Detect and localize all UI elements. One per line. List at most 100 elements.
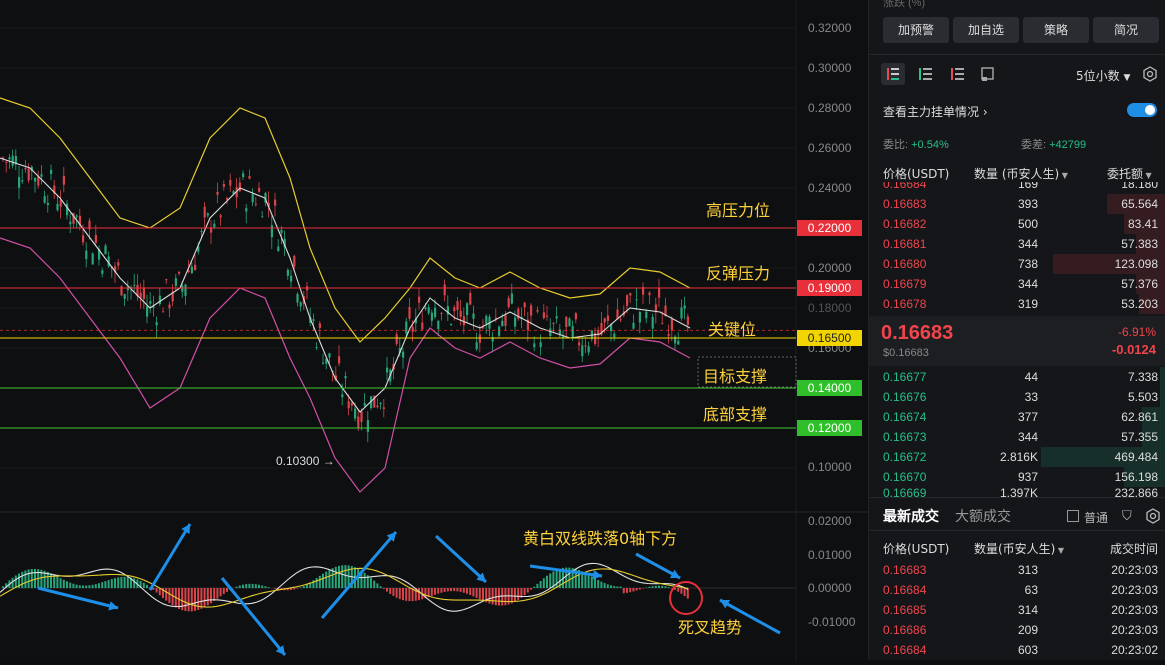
- macd-bar: [476, 588, 478, 598]
- candle-body: [328, 353, 330, 357]
- ask-row[interactable]: 0.1667831953.203: [869, 294, 1165, 314]
- annotation-high-resistance: 高压力位: [706, 197, 770, 221]
- bid-price: 0.16672: [883, 450, 926, 464]
- candle-body: [434, 308, 436, 317]
- macd-bar: [652, 586, 654, 588]
- macd-bar: [392, 588, 394, 596]
- candle-body: [479, 334, 481, 342]
- macd-bar: [469, 588, 471, 595]
- bid-row[interactable]: 0.16670937156.198: [869, 467, 1165, 487]
- candle-body: [287, 270, 289, 276]
- macd-bar: [82, 586, 84, 588]
- ask-total: 123.098: [1115, 257, 1158, 271]
- macd-bar: [338, 566, 340, 588]
- kline-chart[interactable]: 0.32000 0.30000 0.28000 0.26000 0.24000 …: [0, 0, 868, 660]
- add-watchlist-button[interactable]: 加自选: [953, 17, 1019, 43]
- ask-price: 0.16683: [883, 197, 926, 211]
- macd-bar: [56, 577, 58, 588]
- bid-row[interactable]: 0.16676335.503: [869, 387, 1165, 407]
- macd-bar: [504, 588, 506, 605]
- trades-settings-icon[interactable]: [1145, 508, 1161, 529]
- candle-body: [149, 301, 151, 304]
- price-axis-label: 0.30000: [808, 61, 851, 75]
- candle-body: [578, 342, 580, 345]
- candle-body: [440, 313, 442, 314]
- view-both-icon[interactable]: [881, 63, 905, 85]
- candle-body: [533, 343, 535, 347]
- candle-body: [495, 318, 497, 319]
- macd-bar: [226, 588, 228, 592]
- depth-toggle[interactable]: [1127, 103, 1157, 117]
- tab-latest-trades[interactable]: 最新成交: [883, 506, 939, 526]
- ask-row[interactable]: 0.1667934457.376: [869, 274, 1165, 294]
- macd-bar: [402, 588, 404, 600]
- candle-body: [572, 326, 574, 337]
- candle-body: [5, 162, 7, 163]
- level-tag-165: 0.16500: [797, 330, 862, 346]
- macd-bar: [72, 584, 74, 588]
- trade-qty-header[interactable]: 数量(币安人生) ▼: [974, 540, 1064, 557]
- view-asks-icon[interactable]: [947, 63, 969, 85]
- add-alert-button[interactable]: 加预警: [883, 17, 949, 43]
- candle-body: [60, 200, 62, 206]
- col-total-header[interactable]: 委托额 ▼: [1107, 165, 1152, 182]
- macd-bar: [386, 588, 388, 592]
- bid-row[interactable]: 0.166722.816K469.484: [869, 447, 1165, 467]
- macd-bar: [460, 588, 462, 592]
- ask-row[interactable]: 0.16680738123.098: [869, 254, 1165, 274]
- tab-large-trades[interactable]: 大额成交: [955, 506, 1011, 526]
- view-bids-icon[interactable]: [915, 63, 937, 85]
- macd-bar: [261, 585, 263, 588]
- macd-bar: [95, 584, 97, 588]
- order-diff: 委差: +42799: [1021, 136, 1086, 152]
- bid-total: 469.484: [1115, 450, 1158, 464]
- trade-time: 20:23:03: [1111, 623, 1158, 637]
- candle-body: [194, 265, 196, 270]
- col-qty-header[interactable]: 数量 (币安人生) ▼: [974, 165, 1068, 182]
- candle-body: [543, 312, 545, 318]
- trade-row: 0.1668531420:23:03: [869, 600, 1165, 620]
- candle-body: [312, 319, 314, 321]
- strategy-button[interactable]: 策略: [1023, 17, 1089, 43]
- macd-bar: [79, 585, 81, 588]
- ask-row[interactable]: 0.1668339365.564: [869, 194, 1165, 214]
- candle-body: [143, 287, 145, 299]
- macd-bar: [60, 578, 62, 588]
- ask-row[interactable]: 0.1668250083.41: [869, 214, 1165, 234]
- candle-body: [511, 294, 513, 304]
- macd-bar: [479, 588, 481, 599]
- price-axis-label: 0.18000: [808, 301, 851, 315]
- candle-body: [168, 305, 170, 309]
- candle-body: [85, 251, 87, 259]
- macd-bar: [127, 577, 129, 588]
- macd-bar: [133, 578, 135, 588]
- trade-price: 0.16685: [883, 603, 926, 617]
- col-price-header: 价格(USDT): [883, 165, 949, 182]
- caret-down-icon: ▼: [1143, 171, 1152, 180]
- candle-body: [639, 312, 641, 322]
- macd-bar: [296, 588, 298, 589]
- ask-qty: 500: [1018, 217, 1038, 231]
- normal-checkbox[interactable]: [1067, 510, 1079, 522]
- macd-bar: [181, 588, 183, 610]
- settings-icon[interactable]: [1142, 66, 1158, 87]
- bids-partial-row: 0.16669 1.397K 232.866: [869, 487, 1165, 497]
- ask-row[interactable]: 0.1668134457.383: [869, 234, 1165, 254]
- view-compact-icon[interactable]: [977, 63, 999, 85]
- macd-bar: [447, 588, 449, 591]
- macd-bar: [69, 583, 71, 588]
- decimals-select[interactable]: 5位小数 ▼: [1076, 67, 1130, 84]
- bid-row[interactable]: 0.1667334457.355: [869, 427, 1165, 447]
- price-axis-label: 0.20000: [808, 261, 851, 275]
- macd-bar: [120, 577, 122, 588]
- filter-icon[interactable]: ⛉: [1122, 508, 1132, 524]
- trend-arrow: [150, 524, 190, 590]
- candle-body: [82, 235, 84, 242]
- trade-price: 0.16683: [883, 563, 926, 577]
- bid-row[interactable]: 0.16677447.338: [869, 367, 1165, 387]
- candle-body: [242, 173, 244, 177]
- bid-row[interactable]: 0.1667437762.861: [869, 407, 1165, 427]
- macd-bar: [258, 585, 260, 588]
- depth-link[interactable]: 查看主力挂单情况 ›: [883, 103, 988, 120]
- overview-button[interactable]: 简况: [1093, 17, 1159, 43]
